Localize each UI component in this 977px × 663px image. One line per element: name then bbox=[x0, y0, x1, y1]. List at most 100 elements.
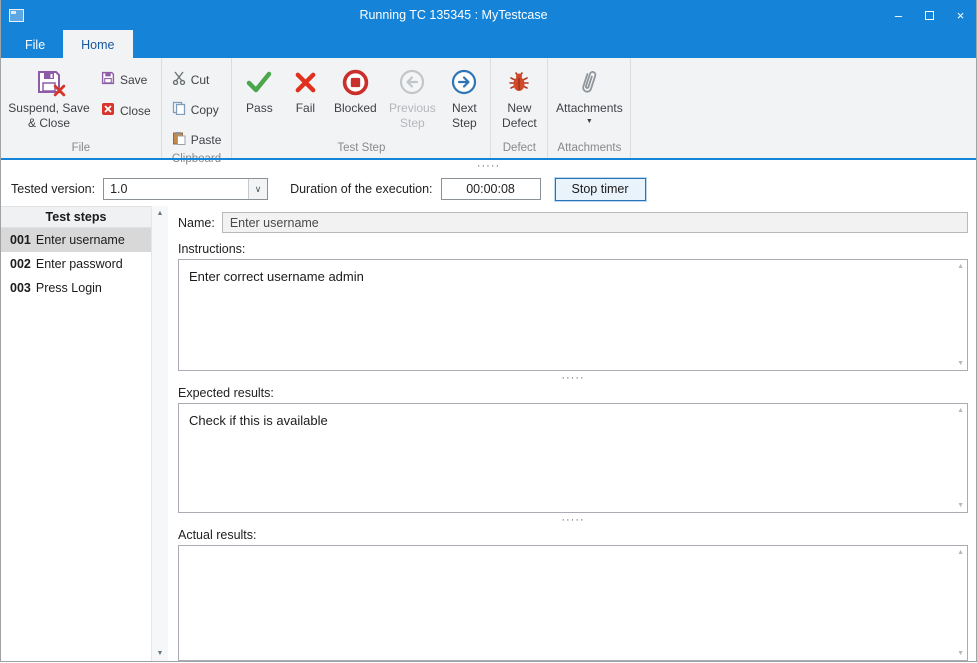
app-window: Running TC 135345 : MyTestcase – × File … bbox=[0, 0, 977, 662]
copy-icon bbox=[172, 101, 186, 118]
scroll-down-icon[interactable]: ▼ bbox=[957, 502, 964, 509]
fail-icon bbox=[293, 66, 318, 98]
ribbon: Suspend, Save & Close Save Close File bbox=[1, 58, 976, 158]
maximize-icon bbox=[925, 11, 934, 20]
blocked-label: Blocked bbox=[334, 101, 377, 116]
attachments-label: Attachments bbox=[556, 101, 623, 116]
scroll-up-icon[interactable]: ▲ bbox=[152, 210, 168, 217]
pass-button[interactable]: Pass bbox=[235, 60, 283, 140]
pass-label: Pass bbox=[246, 101, 273, 116]
scroll-up-icon[interactable]: ▲ bbox=[957, 549, 964, 556]
name-input[interactable] bbox=[222, 212, 968, 233]
step-label: Enter password bbox=[36, 257, 123, 271]
ribbon-filler bbox=[631, 58, 976, 158]
suspend-save-close-icon bbox=[36, 66, 62, 98]
duration-label: Duration of the execution: bbox=[290, 182, 432, 196]
top-splitter[interactable]: ····· bbox=[1, 160, 976, 172]
maximize-button[interactable] bbox=[914, 0, 945, 30]
step-detail-pane: Name: Instructions: Enter correct userna… bbox=[168, 206, 976, 661]
scroll-up-icon[interactable]: ▲ bbox=[957, 407, 964, 414]
fail-label: Fail bbox=[296, 101, 315, 116]
bug-icon bbox=[506, 66, 532, 98]
next-step-button[interactable]: Next Step bbox=[441, 60, 487, 140]
ribbon-group-clipboard: Cut Copy Paste Clipboard bbox=[162, 58, 233, 158]
paste-button[interactable]: Paste bbox=[165, 128, 229, 151]
app-icon bbox=[9, 9, 24, 22]
steps-scrollbar[interactable]: ▲ ▼ bbox=[151, 206, 168, 661]
step-label: Enter username bbox=[36, 233, 125, 247]
paperclip-icon bbox=[578, 66, 600, 98]
suspend-save-close-label: Suspend, Save & Close bbox=[8, 101, 90, 131]
attachments-dropdown-icon[interactable]: ▼ bbox=[586, 118, 593, 125]
step-number: 002 bbox=[10, 257, 31, 271]
blocked-button[interactable]: Blocked bbox=[327, 60, 383, 140]
titlebar: Running TC 135345 : MyTestcase – × bbox=[1, 0, 976, 30]
scroll-down-icon[interactable]: ▼ bbox=[957, 650, 964, 657]
test-steps-panel: Test steps 001 Enter username 002 Enter … bbox=[1, 206, 168, 661]
copy-label: Copy bbox=[191, 103, 219, 117]
execution-toolbar: Tested version: 1.0 ∨ Duration of the ex… bbox=[1, 172, 976, 206]
step-label: Press Login bbox=[36, 281, 102, 295]
ribbon-group-test-step: Pass Fail Blocked Previous Step Next Ste… bbox=[232, 58, 491, 158]
window-title: Running TC 135345 : MyTestcase bbox=[24, 8, 883, 22]
test-step-row[interactable]: 001 Enter username bbox=[1, 228, 151, 252]
scroll-up-icon[interactable]: ▲ bbox=[957, 263, 964, 270]
tested-version-value: 1.0 bbox=[104, 179, 248, 199]
test-step-group-label: Test Step bbox=[232, 140, 490, 158]
splitter-grip-dots: ····· bbox=[561, 375, 584, 381]
tested-version-combobox[interactable]: 1.0 ∨ bbox=[103, 178, 268, 200]
step-number: 003 bbox=[10, 281, 31, 295]
save-icon bbox=[101, 71, 115, 88]
new-defect-label: New Defect bbox=[498, 101, 540, 131]
expected-results-splitter[interactable]: ····· bbox=[178, 513, 968, 526]
instructions-splitter[interactable]: ····· bbox=[178, 371, 968, 384]
file-group-small-buttons: Save Close bbox=[94, 60, 158, 140]
suspend-save-close-button[interactable]: Suspend, Save & Close bbox=[4, 60, 94, 140]
fail-button[interactable]: Fail bbox=[283, 60, 327, 140]
instructions-textarea[interactable]: Enter correct username admin bbox=[179, 260, 967, 370]
ribbon-group-attachments: Attachments ▼ Attachments bbox=[548, 58, 631, 158]
previous-step-button: Previous Step bbox=[383, 60, 441, 140]
cut-button[interactable]: Cut bbox=[165, 68, 229, 91]
scroll-down-icon[interactable]: ▼ bbox=[957, 360, 964, 367]
cut-label: Cut bbox=[191, 73, 210, 87]
close-ribbon-button[interactable]: Close bbox=[94, 99, 158, 122]
splitter-grip-dots: ····· bbox=[561, 517, 584, 523]
combo-dropdown-icon[interactable]: ∨ bbox=[248, 179, 267, 199]
test-steps-header: Test steps bbox=[1, 206, 151, 228]
scroll-down-icon[interactable]: ▼ bbox=[152, 650, 168, 657]
window-controls: – × bbox=[883, 0, 976, 30]
name-label: Name: bbox=[178, 216, 215, 230]
ribbon-group-file: Suspend, Save & Close Save Close File bbox=[1, 58, 162, 158]
previous-step-label: Previous Step bbox=[387, 101, 437, 131]
expected-results-textarea[interactable]: Check if this is available bbox=[179, 404, 967, 512]
main-content: Test steps 001 Enter username 002 Enter … bbox=[1, 206, 976, 661]
ribbon-group-defect: New Defect Defect bbox=[491, 58, 548, 158]
pass-icon bbox=[245, 66, 273, 98]
paste-label: Paste bbox=[191, 133, 222, 147]
close-icon bbox=[101, 102, 115, 119]
stop-timer-button[interactable]: Stop timer bbox=[555, 178, 646, 201]
duration-input[interactable] bbox=[441, 178, 541, 200]
test-step-row[interactable]: 002 Enter password bbox=[1, 252, 151, 276]
tested-version-label: Tested version: bbox=[11, 182, 95, 196]
attachments-button[interactable]: Attachments ▼ bbox=[551, 60, 627, 140]
previous-step-icon bbox=[399, 66, 425, 98]
instructions-label: Instructions: bbox=[178, 242, 968, 256]
expected-results-box: Check if this is available ▲ ▼ bbox=[178, 403, 968, 513]
minimize-button[interactable]: – bbox=[883, 0, 914, 30]
test-step-row[interactable]: 003 Press Login bbox=[1, 276, 151, 300]
actual-results-textarea[interactable] bbox=[179, 546, 967, 660]
new-defect-button[interactable]: New Defect bbox=[494, 60, 544, 140]
attachments-group-label: Attachments bbox=[548, 140, 630, 158]
expected-results-label: Expected results: bbox=[178, 386, 968, 400]
step-number: 001 bbox=[10, 233, 31, 247]
tab-file[interactable]: File bbox=[7, 30, 63, 58]
file-group-label: File bbox=[1, 140, 161, 158]
tab-home[interactable]: Home bbox=[63, 30, 132, 58]
copy-button[interactable]: Copy bbox=[165, 98, 229, 121]
blocked-icon bbox=[342, 66, 369, 98]
save-button[interactable]: Save bbox=[94, 68, 158, 91]
close-button[interactable]: × bbox=[945, 0, 976, 30]
actual-results-box: ▲ ▼ bbox=[178, 545, 968, 661]
